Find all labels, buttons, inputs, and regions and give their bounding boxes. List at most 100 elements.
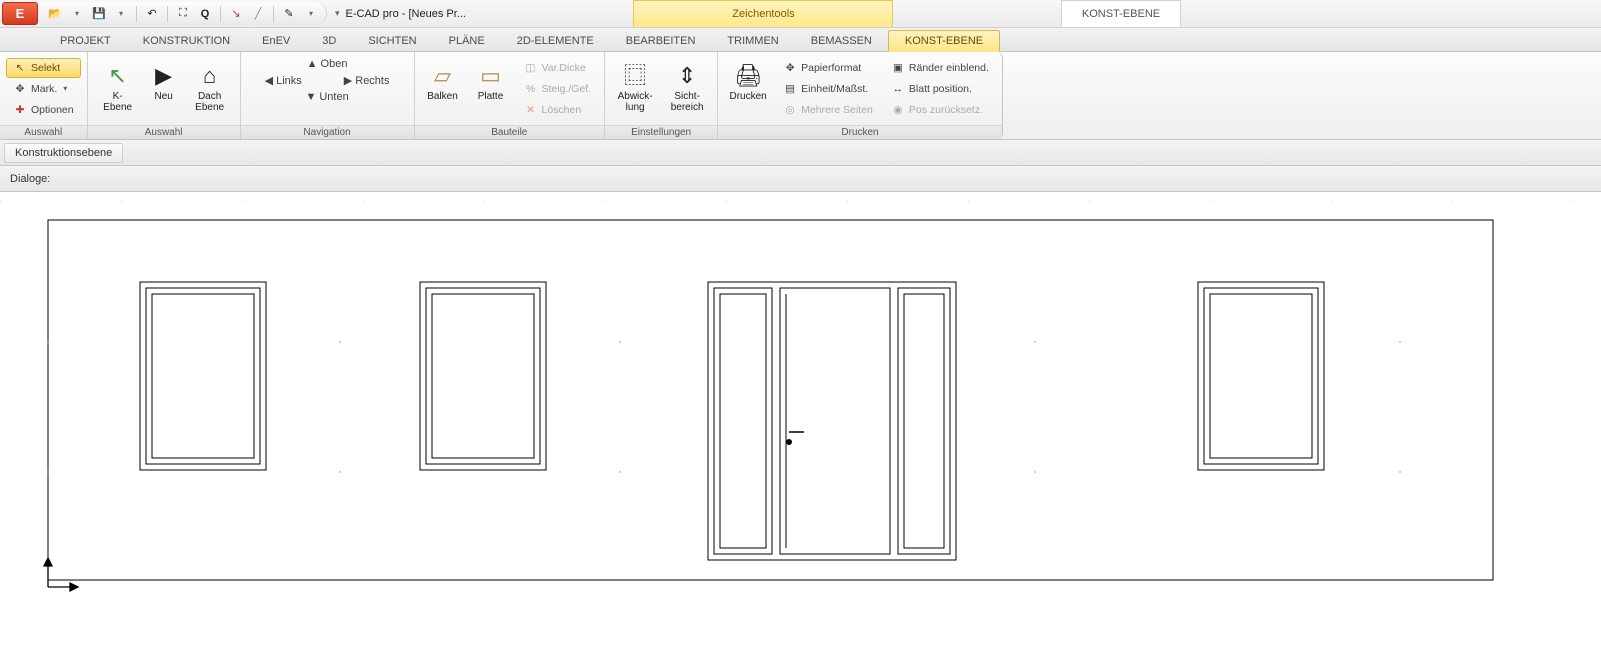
ribbon-tabstrip: PROJEKT KONSTRUKTION EnEV 3D SICHTEN PLÄ… bbox=[0, 28, 1601, 52]
tab-bearbeiten[interactable]: BEARBEITEN bbox=[610, 31, 712, 51]
group-label: Bauteile bbox=[415, 125, 605, 139]
zoom-extents-icon[interactable]: ⛶ bbox=[174, 5, 192, 23]
tab-2d-elemente[interactable]: 2D-ELEMENTE bbox=[501, 31, 610, 51]
raender-button[interactable]: ▣Ränder einblend. bbox=[884, 58, 996, 78]
group-label: Auswahl bbox=[0, 125, 87, 139]
drawing-svg bbox=[0, 192, 1601, 665]
tab-3d[interactable]: 3D bbox=[306, 31, 352, 51]
paper-size-icon: ✥ bbox=[783, 62, 797, 74]
tab-bemassen[interactable]: BEMASSEN bbox=[795, 31, 888, 51]
group-auswahl-ebene: ↖ K- Ebene ▶ Neu ⌂ Dach Ebene Auswahl bbox=[88, 52, 241, 139]
loeschen-button: ✕Löschen bbox=[517, 100, 599, 120]
cursor-plane-icon: ↖ bbox=[108, 64, 126, 88]
group-auswahl-select: ↖Selekt ✥Mark.▾ ✚Optionen Auswahl bbox=[0, 52, 88, 139]
tab-trimmen[interactable]: TRIMMEN bbox=[711, 31, 794, 51]
qat-separator bbox=[220, 6, 221, 22]
save-icon[interactable]: 💾 bbox=[90, 5, 108, 23]
sheet-pos-icon: ↔ bbox=[891, 83, 905, 95]
cursor-icon: ↖ bbox=[13, 62, 27, 74]
group-label: Auswahl bbox=[88, 125, 240, 139]
tab-projekt[interactable]: PROJEKT bbox=[44, 31, 127, 51]
edge-icon[interactable]: ╱ bbox=[249, 5, 267, 23]
k-ebene-button[interactable]: ↖ K- Ebene bbox=[94, 59, 142, 119]
einheit-masst-button[interactable]: ▤Einheit/Maßst. bbox=[776, 79, 880, 99]
window-2 bbox=[420, 282, 546, 470]
undo-icon[interactable]: ↶ bbox=[143, 5, 161, 23]
wall-outline bbox=[48, 220, 1493, 580]
nav-unten-button[interactable]: ▼Unten bbox=[299, 89, 354, 105]
drucken-button[interactable]: 🖨 Drucken bbox=[724, 59, 772, 119]
window-title: E-CAD pro - [Neues Pr... bbox=[346, 8, 466, 20]
open-icon[interactable]: 📂 bbox=[46, 5, 64, 23]
contextual-tab-zeichentools[interactable]: Zeichentools bbox=[633, 0, 893, 27]
abwicklung-button[interactable]: ⿴ Abwick- lung bbox=[611, 59, 659, 119]
roof-icon: ⌂ bbox=[203, 64, 216, 88]
plus-icon: ✚ bbox=[13, 104, 27, 116]
axis-origin-icon bbox=[44, 558, 78, 591]
save-dropdown-icon[interactable]: ▾ bbox=[112, 5, 130, 23]
papierformat-button[interactable]: ✥Papierformat bbox=[776, 58, 880, 78]
qat-customize-icon[interactable]: ▾ bbox=[302, 5, 320, 23]
quick-access-toolbar: 📂 ▾ 💾 ▾ ↶ ⛶ Q ↘ ╱ ✎ ▾ bbox=[40, 2, 327, 25]
qat-separator bbox=[136, 6, 137, 22]
pos-zuruecksetzen-button: ◉Pos zurücksetz. bbox=[884, 100, 996, 120]
mark-icon: ✥ bbox=[13, 83, 27, 95]
dialog-bar-label: Dialoge: bbox=[10, 173, 50, 185]
dialog-bar: Dialoge: bbox=[0, 166, 1601, 192]
window-1 bbox=[140, 282, 266, 470]
drawing-canvas[interactable] bbox=[0, 192, 1601, 665]
sichtbereich-button[interactable]: ⇕ Sicht- bereich bbox=[663, 59, 711, 119]
app-logo-letter: E bbox=[16, 6, 25, 21]
scale-icon: ▤ bbox=[783, 83, 797, 95]
platte-button[interactable]: ▭ Platte bbox=[469, 59, 513, 119]
door-with-sidelights bbox=[708, 282, 956, 560]
open-dropdown-icon[interactable]: ▾ bbox=[68, 5, 86, 23]
group-drucken: 🖨 Drucken ✥Papierformat ▤Einheit/Maßst. … bbox=[718, 52, 1003, 139]
triangle-down-icon: ▼ bbox=[305, 91, 316, 103]
breadcrumb-chip[interactable]: Konstruktionsebene bbox=[4, 143, 123, 163]
tab-sichten[interactable]: SICHTEN bbox=[352, 31, 432, 51]
selekt-button[interactable]: ↖Selekt bbox=[6, 58, 81, 78]
brush-icon[interactable]: ✎ bbox=[280, 5, 298, 23]
group-label: Drucken bbox=[718, 125, 1002, 139]
measure-icon[interactable]: ↘ bbox=[227, 5, 245, 23]
nav-links-button[interactable]: ◀Links bbox=[259, 72, 308, 89]
chevron-down-icon: ▾ bbox=[63, 84, 67, 93]
contextual-tab-konst-ebene[interactable]: KONST-EBENE bbox=[1061, 0, 1181, 27]
percent-icon: % bbox=[524, 83, 538, 95]
app-menu-button[interactable]: E bbox=[2, 2, 38, 25]
play-icon: ▶ bbox=[155, 64, 172, 88]
vardicke-button: ◫Var.Dicke bbox=[517, 58, 599, 78]
breadcrumb-bar: Konstruktionsebene bbox=[0, 140, 1601, 166]
group-bauteile: ▱ Balken ▭ Platte ◫Var.Dicke %Steig./Gef… bbox=[415, 52, 606, 139]
contextual-tab-area: Zeichentools bbox=[466, 0, 1061, 27]
steig-gef-button: %Steig./Gef. bbox=[517, 79, 599, 99]
blatt-position-button[interactable]: ↔Blatt position. bbox=[884, 79, 996, 99]
title-dropdown-icon[interactable]: ▾ bbox=[335, 8, 340, 19]
balken-button[interactable]: ▱ Balken bbox=[421, 59, 465, 119]
tab-plaene[interactable]: PLÄNE bbox=[433, 31, 501, 51]
group-label: Navigation bbox=[241, 125, 414, 139]
thickness-icon: ◫ bbox=[524, 62, 538, 74]
nav-oben-button[interactable]: ▲Oben bbox=[301, 56, 354, 72]
beam-icon: ▱ bbox=[434, 64, 451, 88]
zoom-icon[interactable]: Q bbox=[196, 5, 214, 23]
window-title-area: ▾ E-CAD pro - [Neues Pr... bbox=[327, 0, 466, 27]
delete-icon: ✕ bbox=[524, 104, 538, 116]
tab-konst-ebene[interactable]: KONST-EBENE bbox=[888, 30, 1000, 52]
tab-konstruktion[interactable]: KONSTRUKTION bbox=[127, 31, 246, 51]
window-4 bbox=[1198, 282, 1324, 470]
view-range-icon: ⇕ bbox=[678, 64, 696, 88]
unfold-icon: ⿴ bbox=[624, 64, 646, 88]
tab-enev[interactable]: EnEV bbox=[246, 31, 306, 51]
group-label: Einstellungen bbox=[605, 125, 717, 139]
optionen-button[interactable]: ✚Optionen bbox=[6, 100, 81, 120]
dach-ebene-button[interactable]: ⌂ Dach Ebene bbox=[186, 59, 234, 119]
triangle-up-icon: ▲ bbox=[307, 58, 318, 70]
triangle-right-icon: ▶ bbox=[344, 74, 352, 87]
mark-button[interactable]: ✥Mark.▾ bbox=[6, 79, 81, 99]
neu-button[interactable]: ▶ Neu bbox=[146, 59, 182, 119]
nav-rechts-button[interactable]: ▶Rechts bbox=[338, 72, 396, 89]
reset-pos-icon: ◉ bbox=[891, 104, 905, 116]
triangle-left-icon: ◀ bbox=[265, 74, 273, 87]
